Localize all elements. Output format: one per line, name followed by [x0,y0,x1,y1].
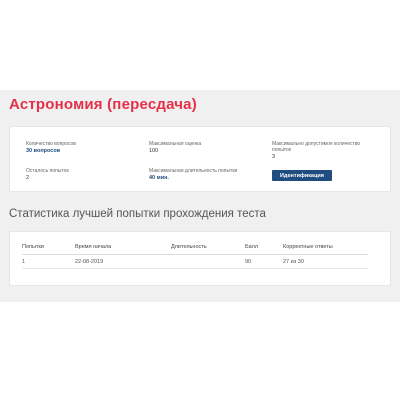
page-background: Астрономия (пересдача) Количество вопрос… [0,0,400,400]
max-duration-label: Максимальная длительность попытки [149,168,238,174]
questions-count-label: Количество вопросов [26,141,76,147]
max-attempts-value: 3 [272,154,276,160]
max-duration-value: 40 мин. [149,175,169,181]
max-attempts: Максимально допустимое количество попыто… [272,141,360,161]
attempts-left-label: Осталось попыток [26,168,69,174]
cell-start-time: 22-08-2019 [75,254,171,269]
footer-area [0,302,400,400]
table-header-row: Попытки Время начала Длительность Балл К… [22,244,368,255]
attempts-left-value: 2 [26,175,30,181]
cell-duration [171,254,245,269]
column-header-duration: Длительность [171,244,245,255]
cell-correct: 27 из 30 [283,254,368,269]
table-row: 1 22-08-2019 90 27 из 30 [22,254,368,269]
test-info-card: Количество вопросов 30 вопросов Максимал… [9,126,391,192]
test-title: Астрономия (пересдача) [9,96,197,113]
header-area [0,0,400,90]
stats-table: Попытки Время начала Длительность Балл К… [22,244,368,269]
attempts-left: Осталось попыток 2 [26,168,69,182]
max-score: Максимальная оценка 100 [149,141,201,155]
stats-card: Попытки Время начала Длительность Балл К… [9,231,391,286]
max-score-value: 100 [149,148,159,154]
cell-score: 90 [245,254,283,269]
column-header-start-time: Время начала [75,244,171,255]
column-header-attempts: Попытки [22,244,75,255]
identification-button[interactable]: Идентификация [272,170,332,181]
questions-count-value: 30 вопросов [26,148,61,154]
max-attempts-label-line2: попыток [272,147,291,153]
max-duration: Максимальная длительность попытки 40 мин… [149,168,237,182]
questions-count: Количество вопросов 30 вопросов [26,141,76,155]
stats-heading: Статистика лучшей попытки прохождения те… [9,208,266,220]
column-header-correct: Корректные ответы [283,244,368,255]
cell-attempt: 1 [22,254,75,269]
max-score-label: Максимальная оценка [149,141,202,147]
column-header-score: Балл [245,244,283,255]
